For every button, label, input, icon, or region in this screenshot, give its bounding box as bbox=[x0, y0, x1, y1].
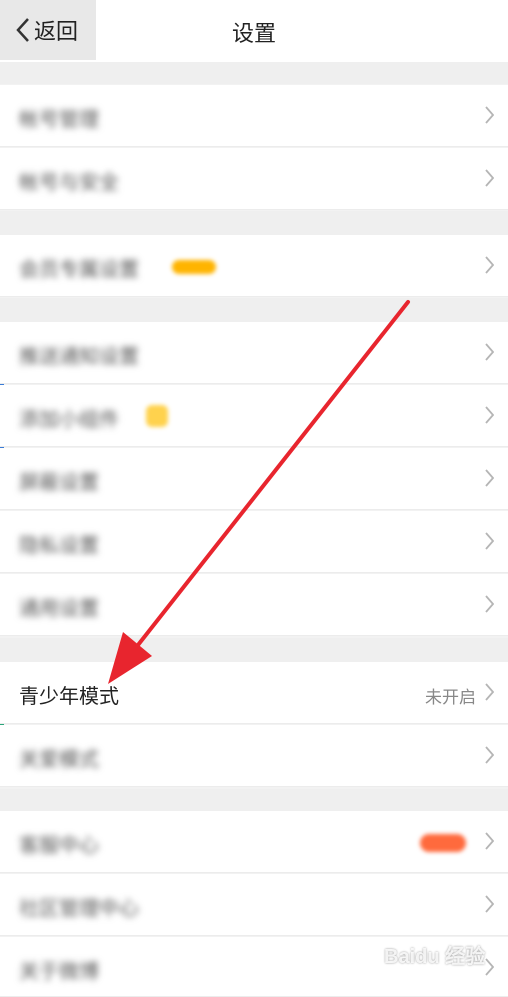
widget-badge bbox=[146, 405, 168, 427]
chevron-right-icon bbox=[485, 595, 494, 613]
settings-row-privacy[interactable]: 隐私设置 bbox=[0, 511, 508, 573]
chevron-right-icon bbox=[485, 958, 494, 976]
settings-row-add-widget[interactable]: 添加小组件 bbox=[0, 385, 508, 447]
row-label: 社区管理中心 bbox=[19, 898, 139, 920]
row-label: 帐号管理 bbox=[19, 109, 99, 131]
baidu-watermark: Baidu 经验 bbox=[384, 946, 486, 968]
settings-row-account-security[interactable]: 帐号与安全 bbox=[0, 148, 508, 210]
row-label: 屏蔽设置 bbox=[19, 472, 99, 494]
chevron-right-icon bbox=[485, 532, 494, 550]
section-gap bbox=[0, 211, 508, 235]
section-gap bbox=[0, 638, 508, 662]
chevron-right-icon bbox=[485, 746, 494, 764]
settings-row-account-management[interactable]: 帐号管理 bbox=[0, 85, 508, 147]
chevron-right-icon bbox=[485, 469, 494, 487]
chevron-right-icon bbox=[485, 106, 494, 124]
section-gap bbox=[0, 298, 508, 322]
row-label: 青少年模式 bbox=[19, 686, 119, 708]
section-gap bbox=[0, 62, 508, 84]
notice-badge bbox=[420, 834, 466, 852]
section-gap bbox=[0, 789, 508, 811]
row-label: 推送通知设置 bbox=[19, 346, 139, 368]
chevron-right-icon bbox=[485, 683, 494, 701]
nav-bar: 返回 设置 bbox=[0, 0, 508, 62]
vip-badge bbox=[172, 260, 216, 274]
settings-row-block-settings[interactable]: 屏蔽设置 bbox=[0, 448, 508, 510]
row-label: 关于微博 bbox=[19, 961, 99, 983]
settings-row-community-management[interactable]: 社区管理中心 bbox=[0, 874, 508, 936]
chevron-right-icon bbox=[485, 832, 494, 850]
row-label: 会员专属设置 bbox=[19, 259, 139, 281]
row-label: 帐号与安全 bbox=[19, 172, 119, 194]
row-label: 添加小组件 bbox=[19, 409, 119, 431]
settings-row-general[interactable]: 通用设置 bbox=[0, 574, 508, 636]
row-label: 通用设置 bbox=[19, 598, 99, 620]
teen-mode-status: 未开启 bbox=[425, 688, 476, 707]
chevron-right-icon bbox=[485, 895, 494, 913]
row-label: 客服中心 bbox=[19, 835, 99, 857]
settings-row-teen-mode[interactable]: 青少年模式 未开启 bbox=[0, 662, 508, 724]
settings-row-care-mode[interactable]: 关爱模式 bbox=[0, 725, 508, 787]
chevron-right-icon bbox=[485, 406, 494, 424]
chevron-right-icon bbox=[485, 169, 494, 187]
settings-row-push-notifications[interactable]: 推送通知设置 bbox=[0, 322, 508, 384]
chevron-right-icon bbox=[485, 256, 494, 274]
row-label: 关爱模式 bbox=[19, 749, 99, 771]
settings-row-vip-settings[interactable]: 会员专属设置 bbox=[0, 235, 508, 297]
row-label: 隐私设置 bbox=[19, 535, 99, 557]
page-title: 设置 bbox=[231, 21, 276, 46]
settings-row-customer-service[interactable]: 客服中心 bbox=[0, 811, 508, 873]
chevron-right-icon bbox=[485, 343, 494, 361]
